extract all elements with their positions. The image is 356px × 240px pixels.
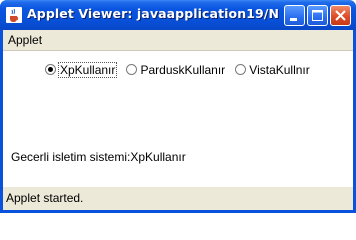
maximize-icon: [312, 10, 323, 21]
radio-button[interactable]: [235, 64, 247, 75]
radio-label-vista: VistaKullnır: [249, 62, 310, 77]
window-title: Applet Viewer: javaapplication19/New...: [27, 6, 279, 21]
radio-button-selected[interactable]: [45, 64, 56, 75]
radio-label-pardus: ParduskKullanır: [140, 62, 226, 77]
radio-xp[interactable]: XpKullanır: [45, 61, 118, 78]
close-button[interactable]: [330, 5, 351, 26]
window-client-area: Applet XpKullanır ParduskKullanır VistaK…: [3, 30, 353, 210]
radio-button[interactable]: [126, 64, 138, 75]
applet-panel: XpKullanır ParduskKullanır VistaKullnır …: [3, 51, 353, 187]
title-bar[interactable]: Applet Viewer: javaapplication19/New...: [0, 0, 356, 30]
menu-applet[interactable]: Applet: [8, 33, 42, 47]
applet-status-text: Applet started.: [6, 191, 84, 205]
radio-pardus[interactable]: ParduskKullanır: [126, 63, 225, 77]
radio-vista[interactable]: VistaKullnır: [235, 62, 310, 77]
applet-viewer-window: Applet Viewer: javaapplication19/New... …: [0, 0, 356, 213]
close-icon: [335, 10, 346, 21]
current-os-label: Gecerli isletim sistemi:XpKullanır: [11, 150, 186, 164]
menu-bar: Applet: [3, 30, 353, 51]
minimize-icon: [290, 18, 297, 21]
radio-label-xp: XpKullanır: [57, 61, 118, 78]
os-radio-group: XpKullanır ParduskKullanır VistaKullnır: [45, 60, 315, 78]
maximize-button[interactable]: [307, 5, 328, 26]
minimize-button[interactable]: [284, 5, 305, 26]
java-cup-icon: [6, 7, 22, 23]
